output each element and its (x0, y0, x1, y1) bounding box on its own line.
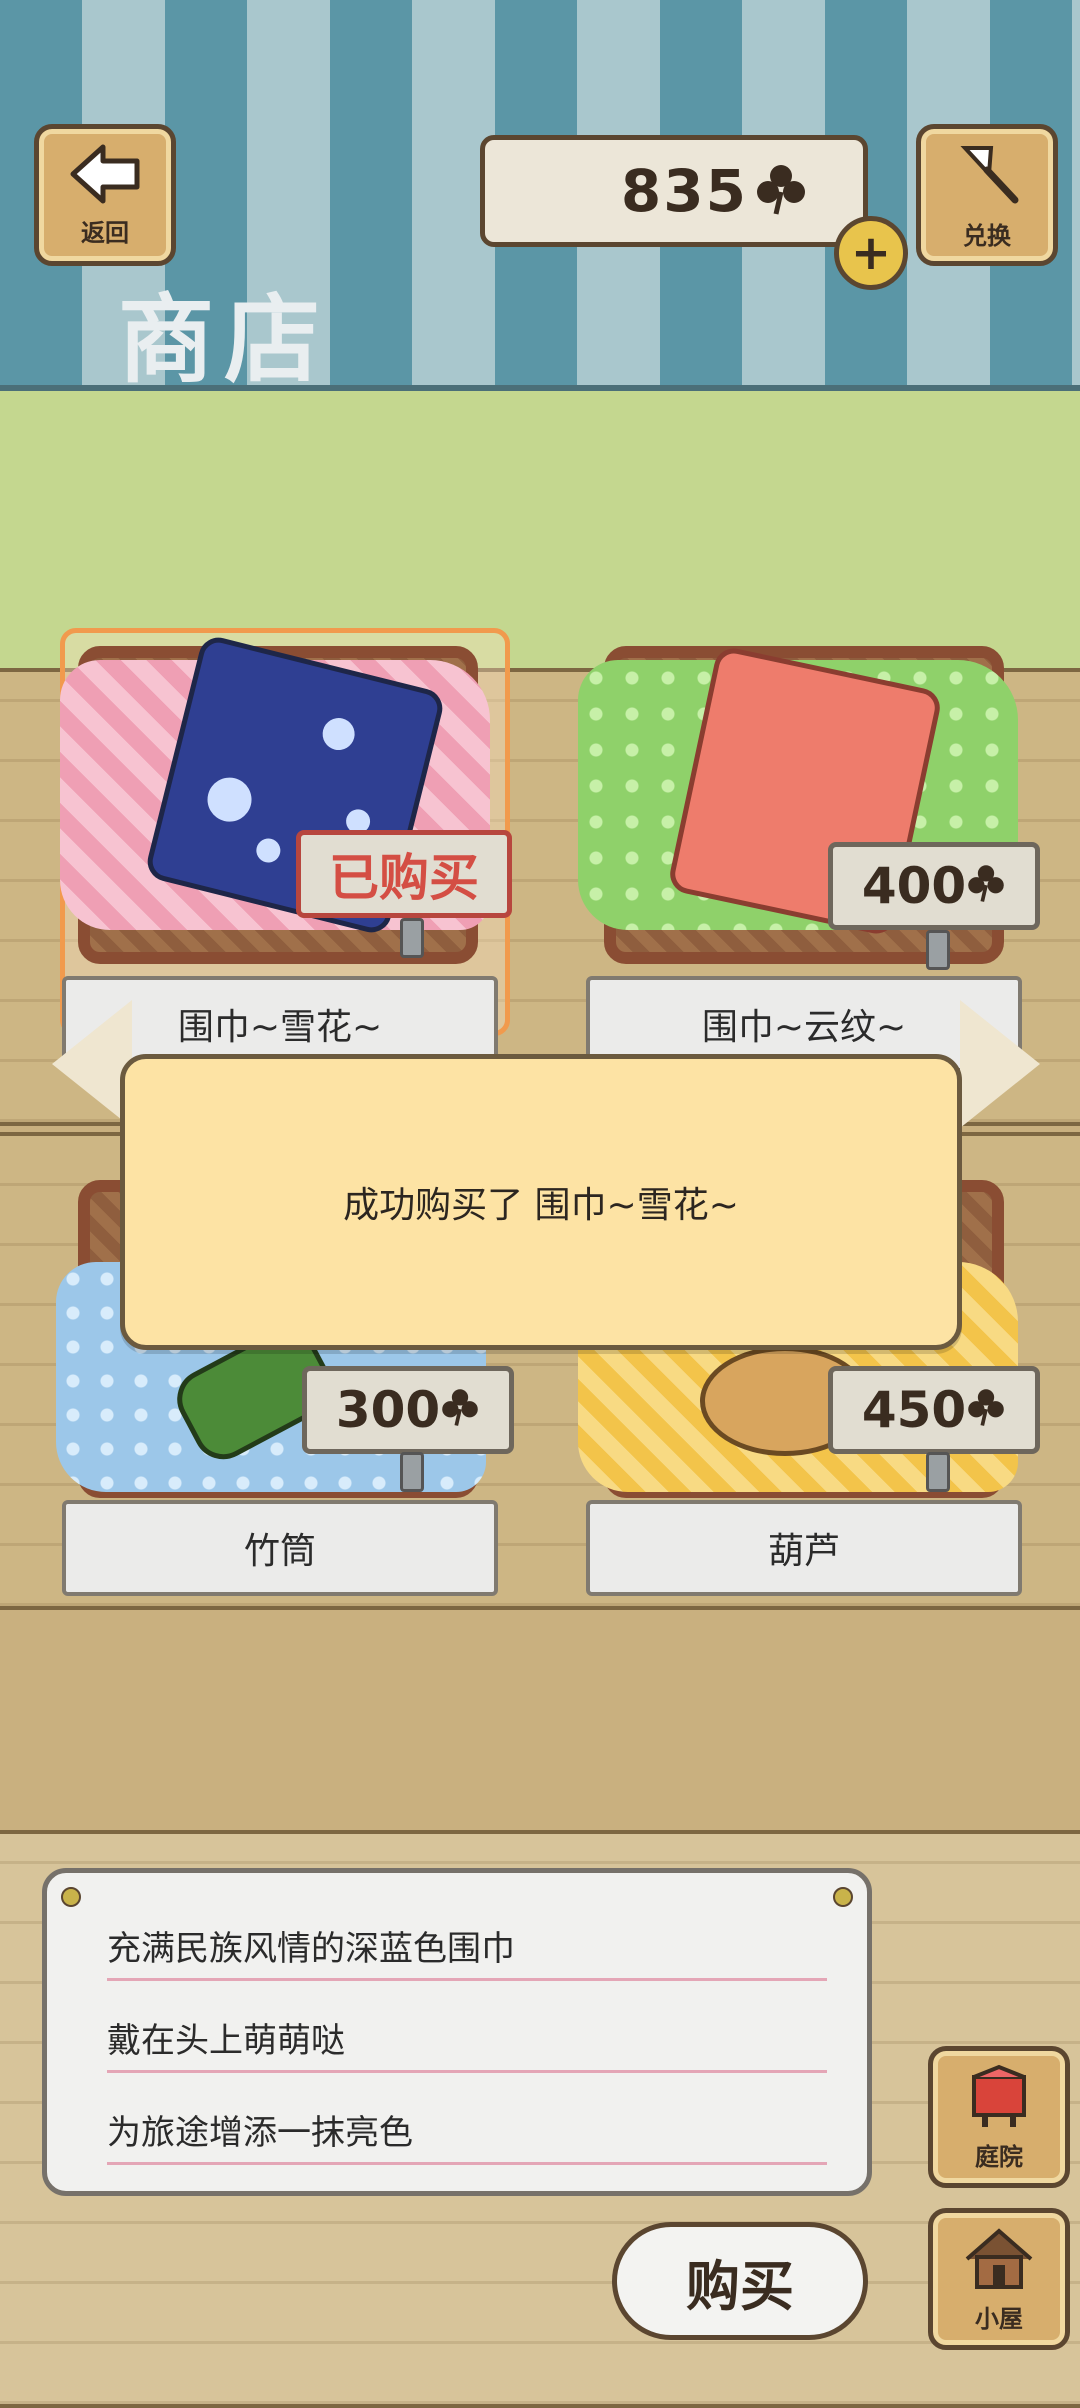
house-icon (963, 2225, 1035, 2295)
item-name-label[interactable]: 葫芦 (586, 1500, 1022, 1596)
yard-button[interactable]: 庭院 (928, 2046, 1070, 2188)
clip (926, 930, 950, 970)
back-button[interactable]: 返回 (34, 124, 176, 266)
price-tag: 450 (828, 1366, 1040, 1454)
price-tag: 300 (302, 1366, 514, 1454)
pin-icon (833, 1887, 853, 1907)
clip (400, 1452, 424, 1492)
add-coins-button[interactable]: + (834, 216, 908, 290)
exchange-button[interactable]: 兑换 (916, 124, 1058, 266)
description-line: 为旅途增添一抹亮色 (107, 2105, 827, 2165)
purchased-badge: 已购买 (296, 830, 512, 918)
yard-label: 庭院 (975, 2142, 1023, 2171)
back-arrow-icon (69, 143, 141, 209)
clip (926, 1452, 950, 1492)
clover-icon (966, 1381, 1006, 1439)
clover-icon (966, 857, 1006, 915)
pin-icon (61, 1887, 81, 1907)
description-line: 充满民族风情的深蓝色围巾 (107, 1921, 827, 1981)
item-description-board: 充满民族风情的深蓝色围巾 戴在头上萌萌哒 为旅途增添一抹亮色 (42, 1868, 872, 2196)
yard-icon (966, 2063, 1032, 2133)
price-value: 400 (861, 857, 967, 915)
price-value: 300 (335, 1381, 441, 1439)
buy-button[interactable]: 购买 (612, 2222, 868, 2340)
popup-message: 成功购买了 围巾~雪花~ (343, 1185, 739, 1226)
purchase-success-popup[interactable]: 成功购买了 围巾~雪花~ (120, 1054, 962, 1350)
description-line: 戴在头上萌萌哒 (107, 2013, 827, 2073)
price-tag: 400 (828, 842, 1040, 930)
back-label: 返回 (81, 218, 129, 247)
coin-counter: 835 (480, 135, 868, 247)
clip (400, 918, 424, 958)
house-label: 小屋 (975, 2304, 1023, 2333)
price-value: 450 (861, 1381, 967, 1439)
clover-icon (754, 162, 808, 220)
coin-value: 835 (620, 157, 748, 225)
page-title: 商店 (118, 284, 330, 396)
net-icon (951, 140, 1023, 212)
item-name-label[interactable]: 竹筒 (62, 1500, 498, 1596)
next-page-arrow-icon[interactable] (960, 1000, 1040, 1128)
house-button[interactable]: 小屋 (928, 2208, 1070, 2350)
plus-icon: + (850, 225, 892, 281)
clover-icon (440, 1381, 480, 1439)
exchange-label: 兑换 (963, 221, 1011, 250)
